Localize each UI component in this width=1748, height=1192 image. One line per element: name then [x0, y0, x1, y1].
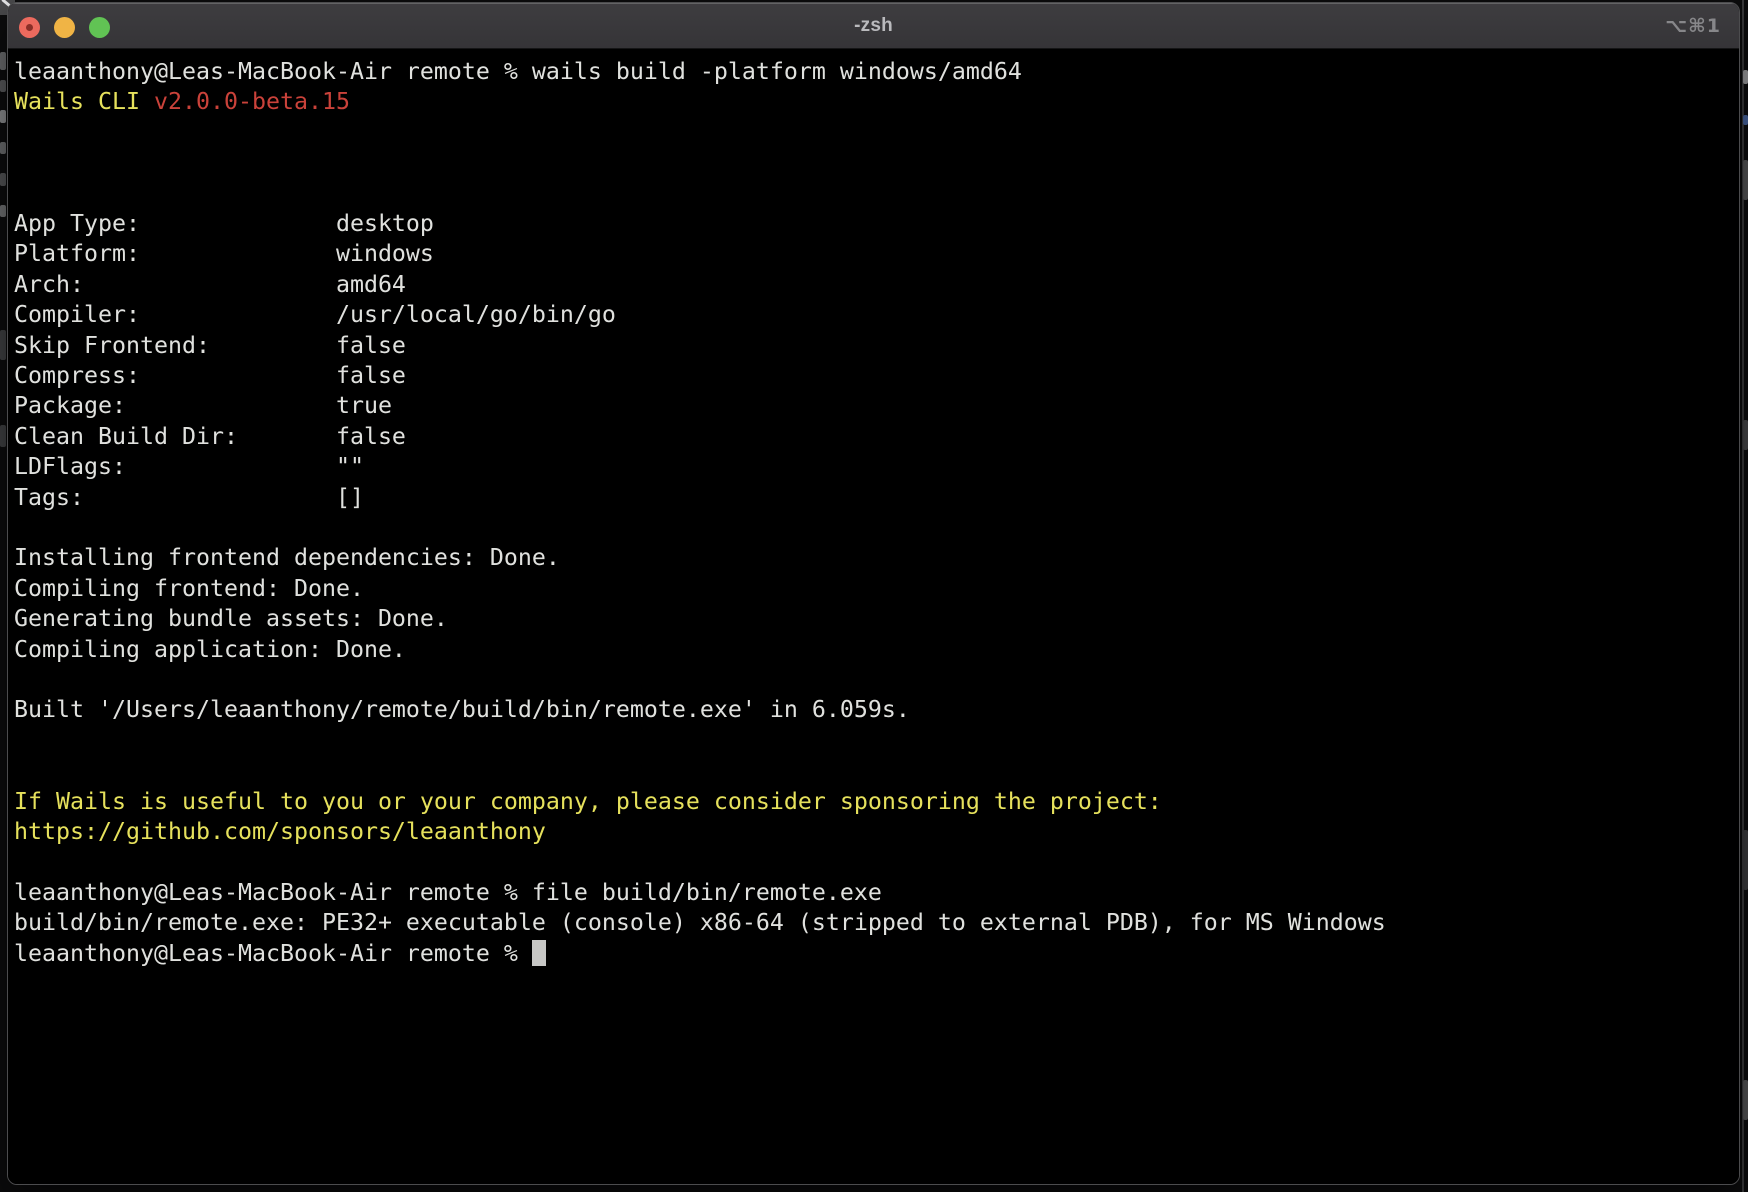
- terminal-text-segment: Clean Build Dir: false: [14, 423, 406, 450]
- terminal-text-segment: Arch: amd64: [14, 271, 406, 298]
- terminal-line: Compiling application: Done.: [14, 635, 1739, 665]
- terminal-text-segment: leaanthony@Leas-MacBook-Air remote %: [14, 940, 532, 967]
- terminal-line: Compress: false: [14, 361, 1739, 391]
- terminal-line: App Type: desktop: [14, 209, 1739, 239]
- background-window-fragment: [0, 330, 6, 360]
- background-window-fragment: [1743, 1080, 1748, 1120]
- terminal-line: [14, 148, 1739, 178]
- terminal-text-segment: Compiler: /usr/local/go/bin/go: [14, 301, 616, 328]
- unsaved-indicator-dot: [26, 24, 33, 31]
- terminal-line: LDFlags: "": [14, 452, 1739, 482]
- terminal-line: Package: true: [14, 391, 1739, 421]
- terminal-text-segment: Compress: false: [14, 362, 406, 389]
- terminal-line: Skip Frontend: false: [14, 331, 1739, 361]
- terminal-line: leaanthony@Leas-MacBook-Air remote % wai…: [14, 57, 1739, 87]
- terminal-line: Clean Build Dir: false: [14, 422, 1739, 452]
- terminal-line: If Wails is useful to you or your compan…: [14, 787, 1739, 817]
- terminal-line: [14, 665, 1739, 695]
- terminal-text-segment: Skip Frontend: false: [14, 332, 406, 359]
- terminal-line: Compiling frontend: Done.: [14, 574, 1739, 604]
- terminal-text-segment: Compiling application: Done.: [14, 636, 406, 663]
- background-window-fragment: [1743, 420, 1748, 450]
- zoom-button[interactable]: [89, 17, 110, 38]
- terminal-line: build/bin/remote.exe: PE32+ executable (…: [14, 908, 1739, 938]
- terminal-line: Platform: windows: [14, 239, 1739, 269]
- terminal-line: Tags: []: [14, 483, 1739, 513]
- window-shortcut-badge: ⌥⌘1: [1665, 3, 1721, 49]
- background-window-fragment: [1743, 160, 1748, 200]
- terminal-line: Wails CLI v2.0.0-beta.15: [14, 87, 1739, 117]
- terminal-text-segment: Installing frontend dependencies: Done.: [14, 544, 560, 571]
- terminal-line: Built '/Users/leaanthony/remote/build/bi…: [14, 695, 1739, 725]
- background-window-fragment: [0, 52, 6, 70]
- terminal-output[interactable]: leaanthony@Leas-MacBook-Air remote % wai…: [8, 50, 1739, 1184]
- terminal-line: Compiler: /usr/local/go/bin/go: [14, 300, 1739, 330]
- terminal-text-segment: LDFlags: "": [14, 453, 364, 480]
- background-window-fragment: [0, 425, 6, 447]
- terminal-text-segment: If Wails is useful to you or your compan…: [14, 788, 1162, 815]
- terminal-line: leaanthony@Leas-MacBook-Air remote % fil…: [14, 878, 1739, 908]
- terminal-line: [14, 847, 1739, 877]
- terminal-line: [14, 756, 1739, 786]
- terminal-cursor: [532, 940, 546, 966]
- terminal-line: leaanthony@Leas-MacBook-Air remote %: [14, 939, 1739, 969]
- terminal-text-segment: Platform: windows: [14, 240, 434, 267]
- terminal-text-segment: Package: true: [14, 392, 392, 419]
- terminal-line: Arch: amd64: [14, 270, 1739, 300]
- terminal-text-segment: leaanthony@Leas-MacBook-Air remote % wai…: [14, 58, 1022, 85]
- terminal-line: [14, 726, 1739, 756]
- background-window-fragment: [0, 142, 6, 154]
- terminal-line: [14, 513, 1739, 543]
- traffic-lights: [19, 17, 110, 38]
- close-button[interactable]: [19, 17, 40, 38]
- desktop: { "window": { "title": "-zsh", "shortcut…: [0, 0, 1748, 1192]
- background-window-fragment: [1743, 115, 1748, 125]
- terminal-text-segment: Wails CLI: [14, 88, 154, 115]
- terminal-text-segment: https://github.com/sponsors/leaanthony: [14, 818, 546, 845]
- terminal-text-segment: Tags: []: [14, 484, 364, 511]
- window-title: -zsh: [854, 15, 893, 37]
- background-window-fragment: [1743, 70, 1748, 84]
- titlebar[interactable]: -zsh ⌥⌘1: [8, 3, 1739, 49]
- terminal-line: Generating bundle assets: Done.: [14, 604, 1739, 634]
- minimize-button[interactable]: [54, 17, 75, 38]
- terminal-line: [14, 118, 1739, 148]
- terminal-text-segment: leaanthony@Leas-MacBook-Air remote % fil…: [14, 879, 882, 906]
- background-window-fragment: [0, 110, 6, 123]
- background-window-fragment: [0, 173, 6, 186]
- terminal-window: -zsh ⌥⌘1 leaanthony@Leas-MacBook-Air rem…: [7, 2, 1740, 1185]
- background-window-fragment: [0, 205, 6, 217]
- background-window-fragment: [0, 80, 6, 92]
- terminal-text-segment: Compiling frontend: Done.: [14, 575, 364, 602]
- background-window-fragment: [1743, 830, 1748, 890]
- terminal-text-segment: App Type: desktop: [14, 210, 434, 237]
- terminal-line: https://github.com/sponsors/leaanthony: [14, 817, 1739, 847]
- terminal-text-segment: v2.0.0-beta.15: [154, 88, 350, 115]
- terminal-text-segment: Generating bundle assets: Done.: [14, 605, 448, 632]
- terminal-line: [14, 179, 1739, 209]
- terminal-text-segment: Built '/Users/leaanthony/remote/build/bi…: [14, 696, 910, 723]
- terminal-text-segment: build/bin/remote.exe: PE32+ executable (…: [14, 909, 1386, 936]
- terminal-line: Installing frontend dependencies: Done.: [14, 543, 1739, 573]
